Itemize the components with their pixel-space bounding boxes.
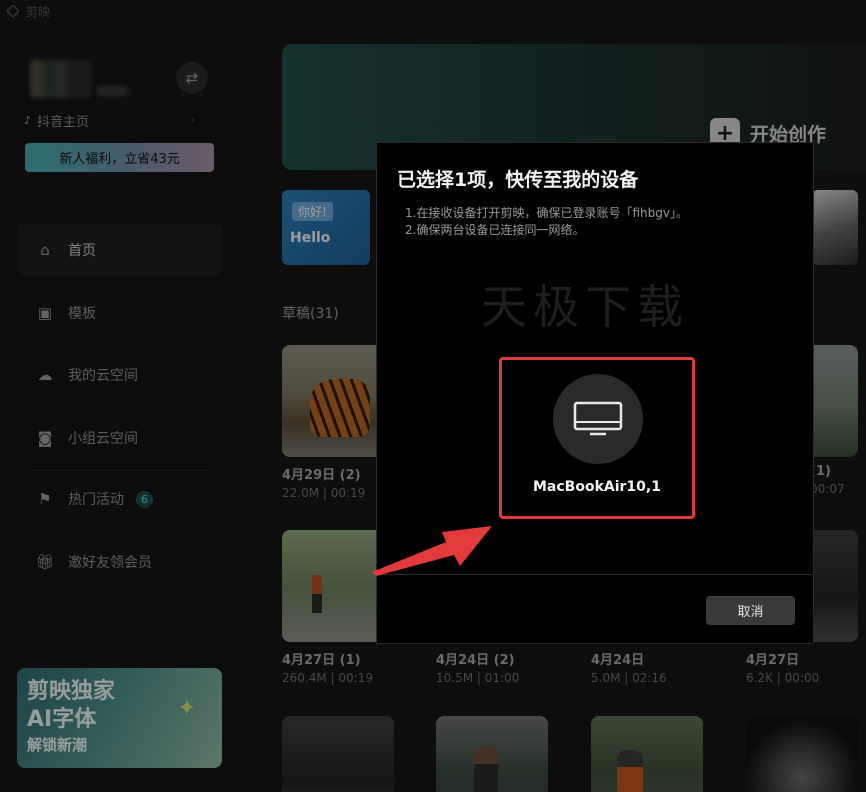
device-option-macbook[interactable]: MacBookAir10,1 — [499, 357, 695, 519]
dialog-tip-1: 1.在接收设备打开剪映，确保已登录账号「fihbgv」。 — [405, 206, 688, 220]
desktop-monitor-icon — [573, 401, 623, 436]
annotation-arrow-icon — [372, 526, 492, 576]
app-window: 剪映 ⇄ ♪ 抖音主页 › 新人福利，立省43元 ⌂ 首页 ▣ 模板 ☁ 我的云… — [0, 0, 866, 792]
cancel-button[interactable]: 取消 — [706, 596, 795, 625]
dialog-tip-2: 2.确保两台设备已连接同一网络。 — [405, 223, 585, 237]
watermark-text: 天极下载 — [481, 280, 689, 334]
device-avatar — [553, 374, 643, 464]
device-name: MacBookAir10,1 — [533, 479, 661, 495]
dialog-title: 已选择1项，快传至我的设备 — [397, 169, 639, 191]
